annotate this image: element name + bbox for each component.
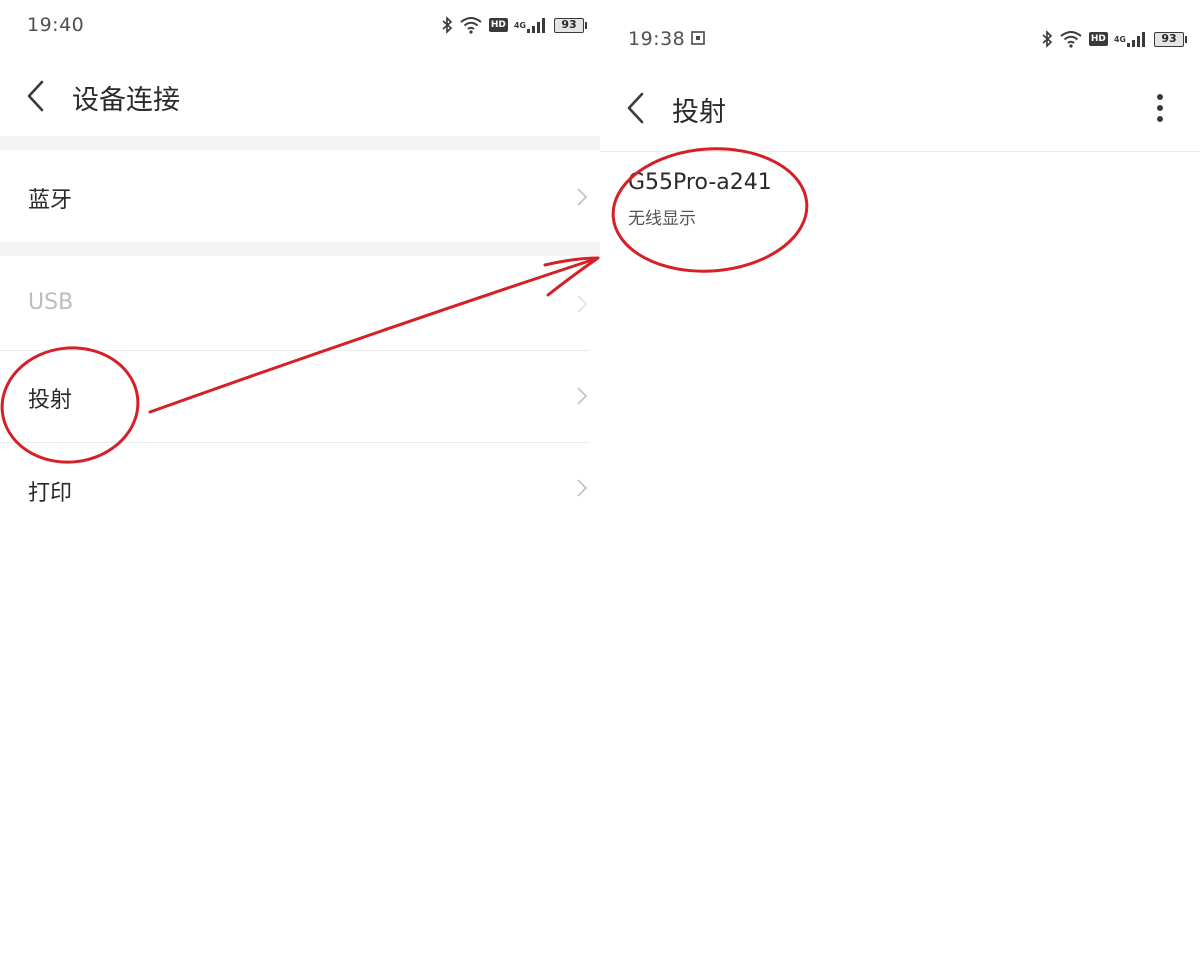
chevron-right-icon <box>576 187 588 207</box>
page-title: 投射 <box>672 97 726 128</box>
settings-item-label: USB <box>28 290 74 315</box>
status-bar: 19:38 HD 4G 93 <box>600 14 1200 64</box>
settings-item-label: 投射 <box>28 388 73 413</box>
page-title: 设备连接 <box>72 85 180 116</box>
status-bar: 19:40 HD 4G 93 <box>0 0 600 50</box>
cast-screen: 19:38 HD 4G 93 投射 G55Pro-a241 无线显示 <box>600 0 1200 956</box>
status-time: 19:38 <box>628 28 686 50</box>
settings-item-print[interactable]: 打印 <box>0 443 600 533</box>
hd-badge: HD <box>1088 32 1108 46</box>
screen-capture-icon <box>690 30 706 50</box>
device-name: G55Pro-a241 <box>628 170 772 195</box>
chevron-right-icon <box>576 294 588 314</box>
settings-item-label: 打印 <box>28 481 73 506</box>
chevron-right-icon <box>576 478 588 498</box>
bluetooth-icon <box>441 16 453 34</box>
network-type-label: 4G <box>513 20 526 30</box>
bluetooth-icon <box>1041 30 1053 48</box>
app-bar: 设备连接 <box>0 60 600 130</box>
back-arrow-icon[interactable] <box>624 91 650 125</box>
wifi-icon <box>459 16 483 34</box>
battery-level: 93 <box>1161 31 1177 45</box>
device-type: 无线显示 <box>628 209 696 229</box>
cast-device-item[interactable]: G55Pro-a241 无线显示 <box>628 170 928 234</box>
battery-icon: 93 <box>554 17 587 33</box>
hd-badge: HD <box>488 18 508 32</box>
status-icons: HD 4G 93 <box>1041 30 1187 48</box>
status-icons: HD 4G 93 <box>441 16 587 34</box>
section-gap <box>0 242 600 256</box>
settings-item-usb[interactable]: USB <box>0 256 600 350</box>
status-time: 19:40 <box>27 14 85 36</box>
divider <box>600 151 1200 152</box>
battery-level: 93 <box>561 17 577 31</box>
battery-icon: 93 <box>1154 31 1187 47</box>
wifi-icon <box>1059 30 1083 48</box>
settings-item-label: 蓝牙 <box>28 188 73 213</box>
back-arrow-icon[interactable] <box>24 79 50 113</box>
network-type-label: 4G <box>1113 34 1126 44</box>
device-connection-screen: 19:40 HD 4G 93 设备连接 蓝牙 USB 投射 打印 <box>0 0 600 956</box>
settings-item-cast[interactable]: 投射 <box>0 351 600 442</box>
signal-bars-icon: 4G <box>1114 31 1148 47</box>
chevron-right-icon <box>576 386 588 406</box>
signal-bars-icon: 4G <box>514 17 548 33</box>
more-vertical-icon[interactable] <box>1150 91 1170 127</box>
section-gap <box>0 136 600 150</box>
app-bar: 投射 <box>600 74 1200 144</box>
settings-item-bluetooth[interactable]: 蓝牙 <box>0 150 600 242</box>
